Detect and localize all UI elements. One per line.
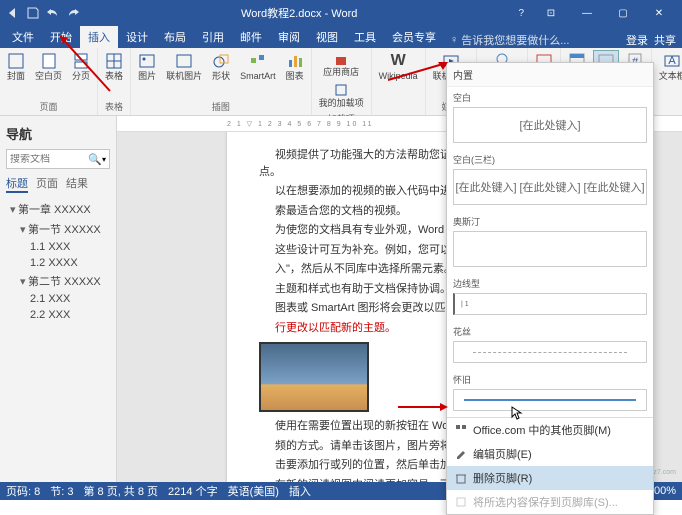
textbox-button[interactable]: A文本框 [656,50,682,84]
nav-tree: ▾第一章 XXXXX ▾第一节 XXXXX 1.1 XXX 1.2 XXXX ▾… [6,199,110,323]
nav-tab-results[interactable]: 结果 [66,175,88,193]
tree-node[interactable]: ▾第一节 XXXXX [6,219,110,239]
edit-footer[interactable]: 编辑页脚(E) [447,442,653,466]
my-addins-button[interactable]: 我的加载项 [316,81,367,111]
close-button[interactable]: ✕ [642,3,676,23]
footer-blank-3col[interactable]: [在此处键入][在此处键入][在此处键入] [453,169,647,205]
mouse-cursor-icon [511,406,525,420]
wikipedia-button[interactable]: WWikipedia [376,50,421,84]
footer-blank[interactable]: [在此处键入] [453,107,647,143]
remove-footer[interactable]: 删除页脚(R) [447,466,653,490]
tab-insert[interactable]: 插入 [80,26,118,48]
more-footers-office[interactable]: Office.com 中的其他页脚(M) [447,418,653,442]
delete-icon [455,472,467,484]
group-tables-label: 表格 [105,100,123,113]
tree-node[interactable]: ▾第二节 XXXXX [6,271,110,291]
tab-review[interactable]: 审阅 [270,26,308,48]
shapes-button[interactable]: 形状 [209,50,233,84]
ribbon-toggle-icon[interactable]: ⊡ [534,3,568,23]
svg-text:A: A [669,55,677,67]
cover-page-button[interactable]: 封面 [4,50,28,84]
help-icon[interactable]: ? [518,8,524,19]
nav-tab-pages[interactable]: 页面 [36,175,58,193]
tab-tools[interactable]: 工具 [346,26,384,48]
nav-title: 导航 [6,124,110,143]
status-page[interactable]: 页码: 8 [6,483,40,499]
tell-me-search[interactable]: ♀告诉我您想要做什么... [450,32,569,48]
tab-mailings[interactable]: 邮件 [232,26,270,48]
document-image[interactable] [259,342,369,412]
tab-member[interactable]: 会员专享 [384,26,444,48]
status-words[interactable]: 2214 个字 [168,483,218,499]
redo-icon[interactable] [66,6,80,20]
footer-retro[interactable] [453,389,647,411]
tree-node[interactable]: 2.1 XXX [6,291,110,307]
undo-icon[interactable] [46,6,60,20]
edit-icon [455,448,467,460]
smartart-button[interactable]: SmartArt [237,50,279,84]
page-break-button[interactable]: 分页 [69,50,93,84]
nav-tab-headings[interactable]: 标题 [6,175,28,193]
dropdown-icon[interactable]: ▾ [102,155,106,164]
footer-austin[interactable] [453,231,647,267]
ribbon-tabs: 文件 开始 插入 设计 布局 引用 邮件 审阅 视图 工具 会员专享 ♀告诉我您… [0,26,682,48]
tab-layout[interactable]: 布局 [156,26,194,48]
navigation-pane: 导航 🔍▾ 标题 页面 结果 ▾第一章 XXXXX ▾第一节 XXXXX 1.1… [0,116,117,482]
tab-references[interactable]: 引用 [194,26,232,48]
dropdown-header: 内置 [447,63,653,87]
tree-node[interactable]: 2.2 XXX [6,307,110,323]
tree-node[interactable]: 1.2 XXXX [6,255,110,271]
tab-home[interactable]: 开始 [42,26,80,48]
tab-file[interactable]: 文件 [4,26,42,48]
footer-sideline[interactable]: | 1 [453,293,647,315]
save-icon[interactable] [26,6,40,20]
share-button[interactable]: 共享 [654,32,676,48]
status-language[interactable]: 英语(美国) [228,483,279,499]
footer-dropdown: 内置 空白 [在此处键入] 空白(三栏) [在此处键入][在此处键入][在此处键… [446,62,654,515]
save-icon [455,496,467,508]
nav-search[interactable]: 🔍▾ [6,149,110,169]
tab-view[interactable]: 视图 [308,26,346,48]
footer-filigree[interactable] [453,341,647,363]
tab-design[interactable]: 设计 [118,26,156,48]
tree-node[interactable]: ▾第一章 XXXXX [6,199,110,219]
save-to-gallery: 将所选内容保存到页脚库(S)... [447,490,653,514]
status-pages[interactable]: 第 8 页, 共 8 页 [83,483,158,499]
blank-page-button[interactable]: 空白页 [32,50,65,84]
pictures-button[interactable]: 图片 [135,50,159,84]
minimize-button[interactable]: — [570,3,604,23]
group-illustrations-label: 插图 [212,100,230,113]
status-insert[interactable]: 插入 [289,483,311,499]
online-pictures-button[interactable]: 联机图片 [163,50,205,84]
store-button[interactable]: 应用商店 [320,50,362,80]
window-title: Word教程2.docx - Word [80,5,518,21]
grid-icon [455,424,467,436]
tree-node[interactable]: 1.1 XXX [6,239,110,255]
sign-in[interactable]: 登录 [626,32,648,48]
group-pages-label: 页面 [40,100,58,113]
chart-button[interactable]: 图表 [283,50,307,84]
back-icon[interactable] [6,6,20,20]
maximize-button[interactable]: ▢ [606,3,640,23]
nav-search-input[interactable] [10,154,88,165]
search-icon[interactable]: 🔍 [88,153,102,166]
table-button[interactable]: 表格 [102,50,126,84]
status-section[interactable]: 节: 3 [50,483,73,499]
